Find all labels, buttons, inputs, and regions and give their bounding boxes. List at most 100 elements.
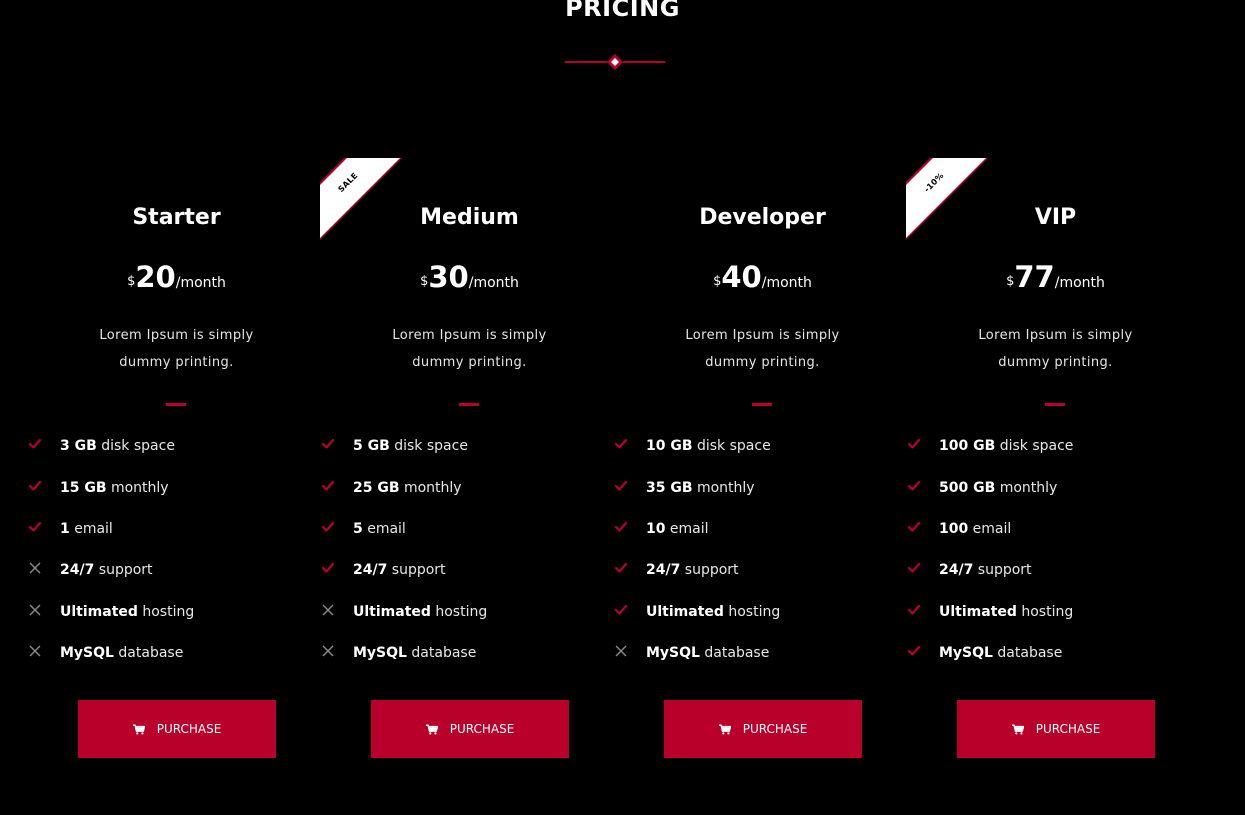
cross-icon xyxy=(28,560,42,574)
cross-icon xyxy=(28,602,42,616)
feature-item: 10 GB disk space xyxy=(614,434,909,464)
feature-text: 24/7 support xyxy=(60,562,153,578)
feature-text: MySQL database xyxy=(646,645,769,661)
price-amount: 77 xyxy=(1014,260,1055,294)
feature-item: MySQL database xyxy=(322,641,616,671)
feature-value: 100 GB xyxy=(939,438,996,454)
check-icon xyxy=(28,436,42,450)
feature-value: Ultimated xyxy=(353,604,431,620)
shopping-cart-icon xyxy=(425,724,438,735)
plan-description: Lorem Ipsum is simply dummy printing. xyxy=(99,328,254,370)
feature-item: 24/7 support xyxy=(907,558,1202,588)
feature-label: email xyxy=(665,521,709,537)
feature-label: support xyxy=(94,562,153,578)
plan-description: Lorem Ipsum is simply dummy printing. xyxy=(685,328,840,370)
feature-text: 24/7 support xyxy=(646,562,739,578)
feature-label: email xyxy=(362,521,406,537)
feature-label: monthly xyxy=(692,480,755,496)
feature-item: Ultimated hosting xyxy=(614,600,909,630)
check-icon xyxy=(614,602,628,616)
feature-item: 25 GB monthly xyxy=(321,476,616,506)
feature-value: 5 xyxy=(353,521,363,537)
card-divider xyxy=(1045,403,1065,406)
feature-value: 100 xyxy=(939,521,969,537)
feature-item: 24/7 support xyxy=(614,558,909,588)
feature-item: 10 email xyxy=(614,517,909,547)
feature-item: 500 GB monthly xyxy=(907,476,1202,506)
check-icon xyxy=(614,519,628,533)
plan-name: Developer xyxy=(699,205,826,230)
feature-label: disk space xyxy=(389,438,468,454)
feature-text: 5 email xyxy=(353,521,406,537)
price-period: /month xyxy=(1054,275,1105,291)
price-period: /month xyxy=(761,275,812,291)
feature-text: 10 GB disk space xyxy=(646,438,771,454)
purchase-label: PURCHASE xyxy=(156,722,222,736)
feature-value: MySQL xyxy=(353,645,407,661)
feature-value: 35 GB xyxy=(646,480,693,496)
feature-item: 5 GB disk space xyxy=(321,434,616,464)
feature-text: 500 GB monthly xyxy=(939,480,1057,496)
price-amount: 30 xyxy=(428,260,469,294)
feature-label: support xyxy=(387,562,446,578)
feature-item: 3 GB disk space xyxy=(28,434,323,464)
feature-value: 3 GB xyxy=(60,438,97,454)
feature-label: email xyxy=(69,521,113,537)
feature-value: 24/7 xyxy=(939,562,974,578)
feature-label: email xyxy=(968,521,1012,537)
shopping-cart-icon xyxy=(1011,724,1024,735)
feature-text: MySQL database xyxy=(939,645,1062,661)
feature-item: MySQL database xyxy=(907,641,1202,671)
plan-name: Medium xyxy=(420,205,519,230)
purchase-label: PURCHASE xyxy=(1035,722,1101,736)
feature-item: MySQL database xyxy=(615,641,909,671)
feature-value: 25 GB xyxy=(353,480,400,496)
feature-text: 24/7 support xyxy=(353,562,446,578)
card-divider xyxy=(166,403,186,406)
check-icon xyxy=(28,478,42,492)
feature-text: 10 email xyxy=(646,521,709,537)
feature-label: disk space xyxy=(995,438,1074,454)
purchase-button[interactable]: PURCHASE xyxy=(664,700,862,758)
cross-icon xyxy=(321,602,335,616)
check-icon xyxy=(907,436,921,450)
check-icon xyxy=(321,519,335,533)
check-icon xyxy=(907,478,921,492)
plan-description: Lorem Ipsum is simply dummy printing. xyxy=(392,328,547,370)
feature-value: 5 GB xyxy=(353,438,390,454)
purchase-button[interactable]: PURCHASE xyxy=(78,700,276,758)
feature-value: Ultimated xyxy=(60,604,138,620)
feature-item: 15 GB monthly xyxy=(28,476,323,506)
check-icon xyxy=(907,643,921,657)
purchase-button[interactable]: PURCHASE xyxy=(371,700,569,758)
purchase-button[interactable]: PURCHASE xyxy=(957,700,1155,758)
feature-value: Ultimated xyxy=(939,604,1017,620)
check-icon xyxy=(614,436,628,450)
feature-label: database xyxy=(113,645,184,661)
feature-label: hosting xyxy=(1016,604,1074,620)
pricing-section: PRICING Starter $20/month Lorem Ipsum is s… xyxy=(0,0,1245,815)
check-icon xyxy=(321,560,335,574)
feature-text: 3 GB disk space xyxy=(60,438,175,454)
feature-label: disk space xyxy=(692,438,771,454)
plan-price: $30/month xyxy=(323,260,616,294)
feature-text: 25 GB monthly xyxy=(353,480,462,496)
feature-label: database xyxy=(699,645,770,661)
shopping-cart-icon xyxy=(132,724,145,735)
feature-text: Ultimated hosting xyxy=(60,604,194,620)
feature-text: MySQL database xyxy=(60,645,183,661)
feature-label: hosting xyxy=(137,604,195,620)
feature-item: Ultimated hosting xyxy=(907,600,1202,630)
feature-text: 1 email xyxy=(60,521,113,537)
feature-value: 500 GB xyxy=(939,480,996,496)
feature-text: 15 GB monthly xyxy=(60,480,169,496)
feature-value: MySQL xyxy=(939,645,993,661)
pricing-card-medium: SALE Medium $30/month Lorem Ipsum is simply… xyxy=(320,158,616,778)
pricing-card-starter: Starter $20/month Lorem Ipsum is simply du… xyxy=(28,158,323,778)
plan-description: Lorem Ipsum is simply dummy printing. xyxy=(978,328,1133,370)
feature-text: Ultimated hosting xyxy=(939,604,1073,620)
feature-value: MySQL xyxy=(646,645,700,661)
plan-name: Starter xyxy=(132,205,221,230)
plan-name: VIP xyxy=(1034,205,1077,230)
feature-value: 10 xyxy=(646,521,666,537)
